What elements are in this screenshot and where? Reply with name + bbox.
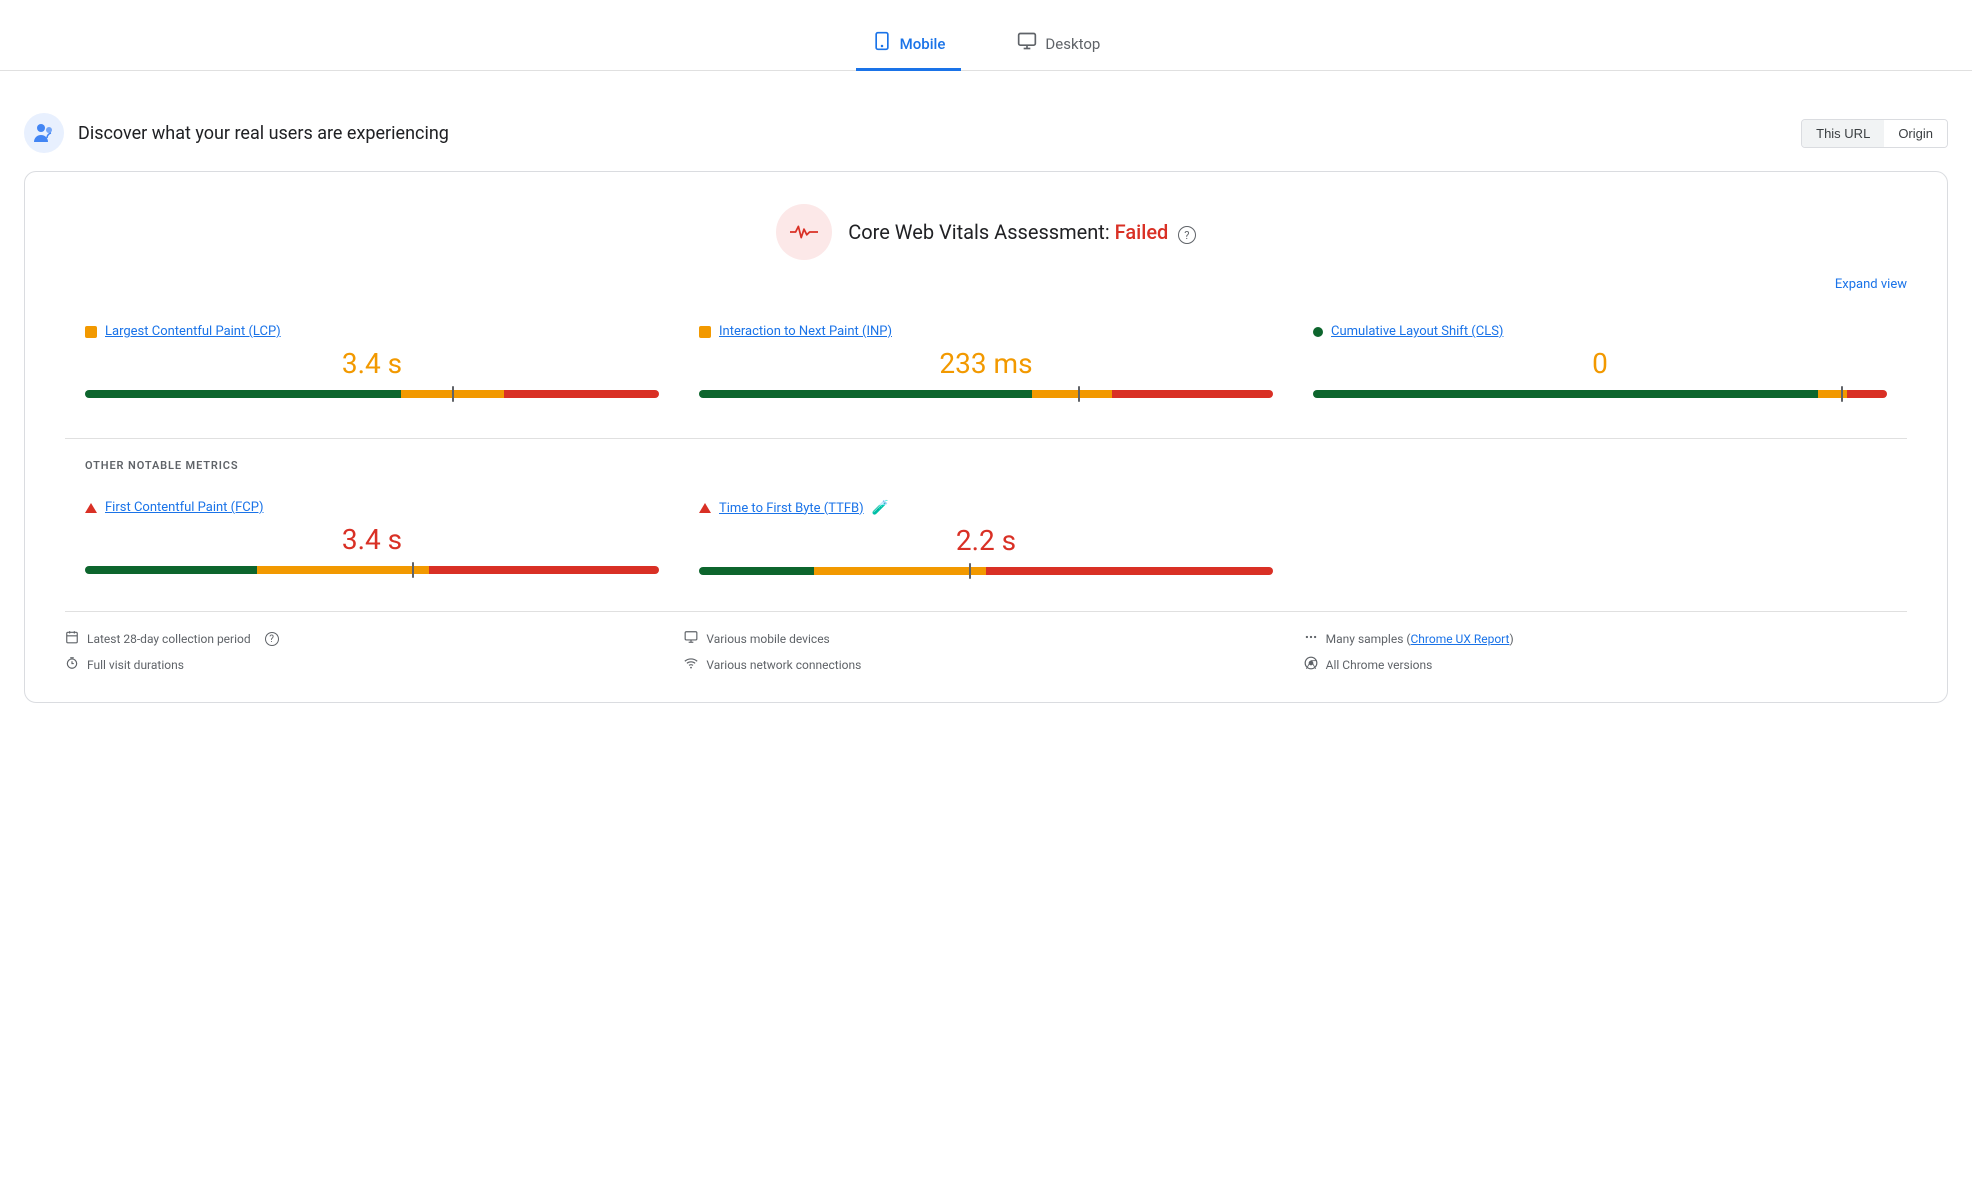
tab-desktop-label: Desktop — [1045, 35, 1100, 53]
metric-empty — [1293, 488, 1907, 591]
desktop-icon — [1017, 31, 1037, 56]
footer-chrome-text: All Chrome versions — [1326, 658, 1433, 672]
inp-bar-orange — [1032, 390, 1112, 398]
cls-value: 0 — [1313, 347, 1887, 380]
users-icon — [24, 113, 64, 153]
fcp-bar-red — [429, 566, 659, 574]
lcp-name[interactable]: Largest Contentful Paint (LCP) — [105, 324, 281, 339]
cls-bar-red — [1847, 390, 1887, 398]
inp-bar-green — [699, 390, 1032, 398]
lcp-label-row: Largest Contentful Paint (LCP) — [85, 324, 659, 339]
lcp-bar-red — [504, 390, 659, 398]
lcp-value: 3.4 s — [85, 347, 659, 380]
header-left: Discover what your real users are experi… — [24, 113, 449, 153]
footer-samples-text: Many samples (Chrome UX Report) — [1326, 632, 1514, 646]
fcp-label-row: First Contentful Paint (FCP) — [85, 500, 659, 515]
footer-devices-text: Various mobile devices — [706, 632, 829, 646]
header-row: Discover what your real users are experi… — [0, 103, 1972, 171]
ttfb-value: 2.2 s — [699, 524, 1273, 557]
calendar-icon — [65, 630, 79, 648]
inp-label-row: Interaction to Next Paint (INP) — [699, 324, 1273, 339]
origin-button[interactable]: Origin — [1884, 120, 1947, 147]
metric-cls: Cumulative Layout Shift (CLS) 0 — [1293, 312, 1907, 414]
tab-desktop[interactable]: Desktop — [1001, 21, 1116, 71]
inp-bar-red — [1112, 390, 1273, 398]
expand-view-link[interactable]: Expand view — [1835, 277, 1907, 292]
wifi-icon — [684, 656, 698, 674]
metric-inp: Interaction to Next Paint (INP) 233 ms — [679, 312, 1293, 414]
fcp-name[interactable]: First Contentful Paint (FCP) — [105, 500, 264, 515]
fcp-triangle-icon — [85, 503, 97, 513]
ttfb-bar-orange — [814, 567, 986, 575]
timer-icon — [65, 656, 79, 674]
fcp-value: 3.4 s — [85, 523, 659, 556]
inp-marker — [1078, 386, 1080, 402]
ttfb-marker — [969, 563, 971, 579]
lcp-bar — [85, 390, 659, 398]
footer-visit-durations: Full visit durations — [65, 656, 668, 674]
assessment-icon — [776, 204, 832, 260]
assessment-help-icon[interactable]: ? — [1178, 226, 1196, 244]
ttfb-beaker-icon: 🧪 — [872, 500, 889, 516]
inp-indicator — [699, 326, 711, 338]
cls-marker — [1841, 386, 1843, 402]
ttfb-bar-red — [986, 567, 1273, 575]
fcp-bar-orange — [257, 566, 429, 574]
tab-mobile-label: Mobile — [900, 35, 946, 53]
fcp-bar — [85, 566, 659, 574]
section-divider — [65, 438, 1907, 439]
cls-name[interactable]: Cumulative Layout Shift (CLS) — [1331, 324, 1503, 339]
cls-bar — [1313, 390, 1887, 398]
ttfb-bar-green — [699, 567, 814, 575]
ttfb-triangle-icon — [699, 503, 711, 513]
fcp-marker — [412, 562, 414, 578]
this-url-button[interactable]: This URL — [1802, 120, 1884, 147]
card-footer: Latest 28-day collection period ? Variou… — [65, 611, 1907, 674]
footer-durations-text: Full visit durations — [87, 658, 184, 672]
dots-icon — [1304, 630, 1318, 648]
chrome-icon — [1304, 656, 1318, 674]
inp-name[interactable]: Interaction to Next Paint (INP) — [719, 324, 892, 339]
cls-bar-green — [1313, 390, 1818, 398]
assessment-title: Core Web Vitals Assessment: Failed ? — [848, 220, 1196, 244]
inp-bar — [699, 390, 1273, 398]
inp-value: 233 ms — [699, 347, 1273, 380]
other-metrics-label: OTHER NOTABLE METRICS — [65, 459, 1907, 472]
footer-network: Various network connections — [684, 656, 1287, 674]
ttfb-name[interactable]: Time to First Byte (TTFB) — [719, 501, 864, 516]
cls-indicator — [1313, 327, 1323, 337]
metric-ttfb: Time to First Byte (TTFB) 🧪 2.2 s — [679, 488, 1293, 591]
core-metrics-grid: Largest Contentful Paint (LCP) 3.4 s Int… — [65, 312, 1907, 414]
tab-bar: Mobile Desktop — [0, 20, 1972, 71]
tab-mobile[interactable]: Mobile — [856, 21, 962, 71]
ttfb-bar — [699, 567, 1273, 575]
footer-devices: Various mobile devices — [684, 630, 1287, 648]
crux-report-link[interactable]: Chrome UX Report — [1410, 632, 1509, 646]
url-origin-toggle: This URL Origin — [1801, 119, 1948, 148]
footer-chrome-versions: All Chrome versions — [1304, 656, 1907, 674]
fcp-bar-green — [85, 566, 257, 574]
expand-view-row: Expand view — [65, 276, 1907, 292]
other-metrics-grid: First Contentful Paint (FCP) 3.4 s Time … — [65, 488, 1907, 591]
lcp-indicator — [85, 326, 97, 338]
metric-lcp: Largest Contentful Paint (LCP) 3.4 s — [65, 312, 679, 414]
monitor-icon — [684, 630, 698, 648]
lcp-bar-green — [85, 390, 401, 398]
footer-samples: Many samples (Chrome UX Report) — [1304, 630, 1907, 648]
metric-fcp: First Contentful Paint (FCP) 3.4 s — [65, 488, 679, 591]
collection-help-icon[interactable]: ? — [265, 632, 279, 646]
mobile-icon — [872, 31, 892, 56]
footer-network-text: Various network connections — [706, 658, 861, 672]
header-title: Discover what your real users are experi… — [78, 123, 449, 144]
main-card: Core Web Vitals Assessment: Failed ? Exp… — [24, 171, 1948, 703]
assessment-header: Core Web Vitals Assessment: Failed ? — [65, 204, 1907, 260]
ttfb-label-row: Time to First Byte (TTFB) 🧪 — [699, 500, 1273, 516]
cls-label-row: Cumulative Layout Shift (CLS) — [1313, 324, 1887, 339]
footer-collection-period: Latest 28-day collection period ? — [65, 630, 668, 648]
footer-collection-text: Latest 28-day collection period — [87, 632, 251, 646]
